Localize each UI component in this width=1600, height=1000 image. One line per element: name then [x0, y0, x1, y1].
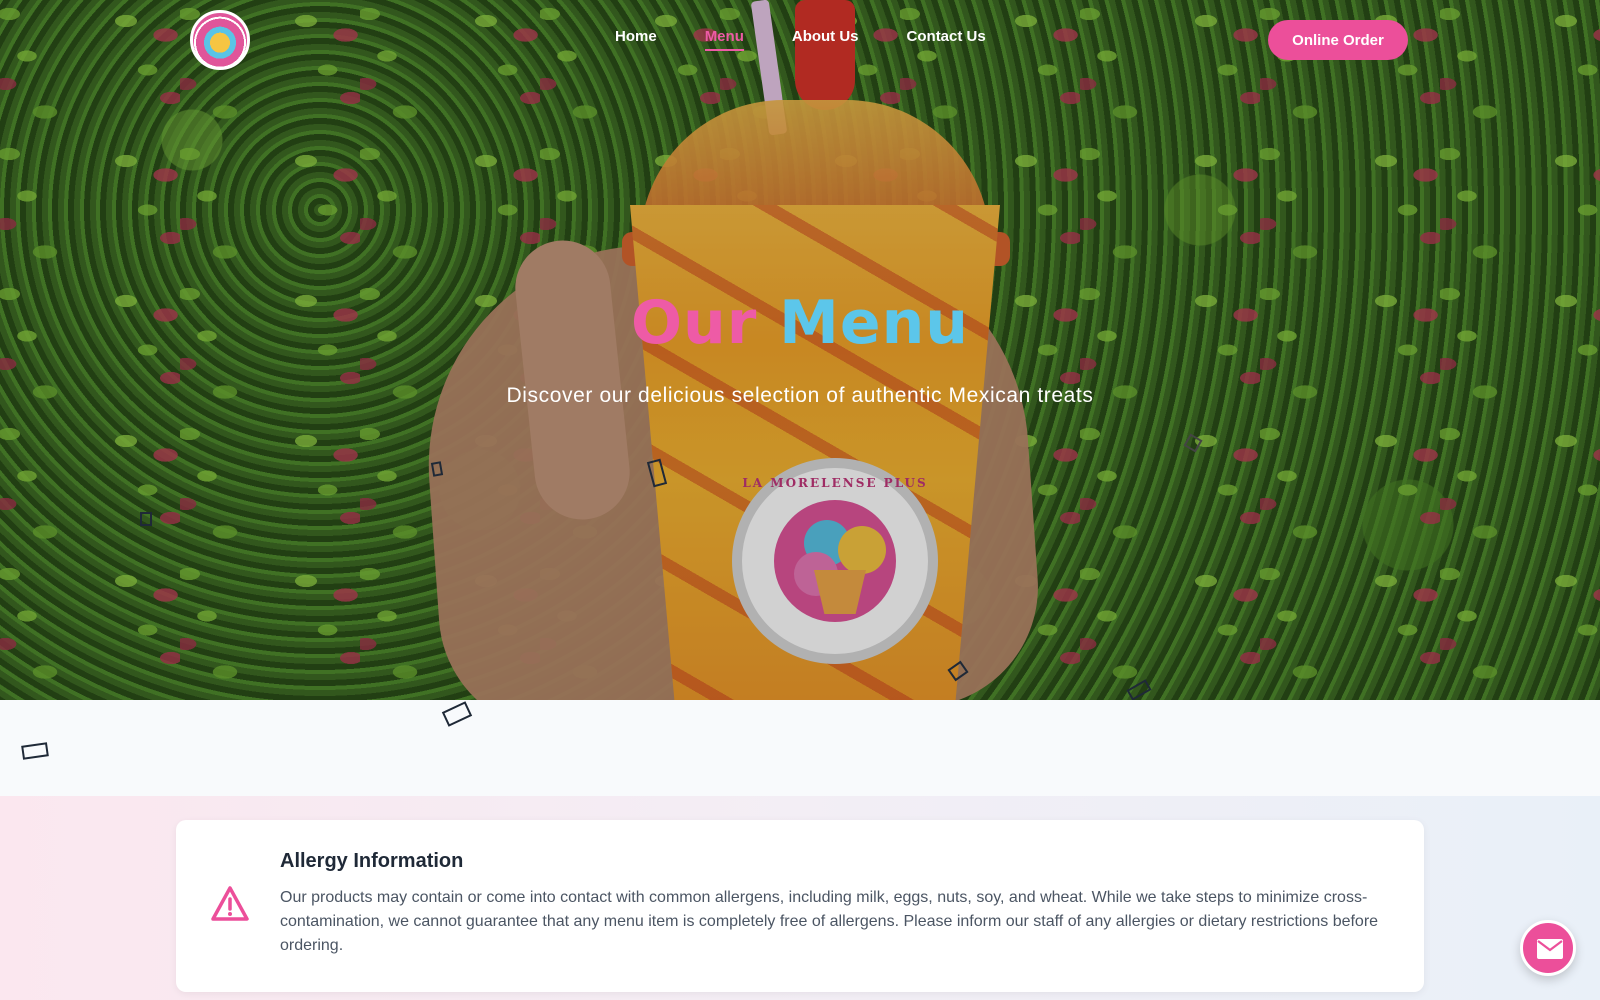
- allergy-card: Allergy Information Our products may con…: [176, 820, 1424, 992]
- allergy-description: Our products may contain or come into co…: [280, 889, 1379, 954]
- envelope-icon: [1537, 939, 1563, 959]
- nav-links: Home Menu About Us Contact Us: [615, 28, 1034, 51]
- hero-section: LA MORELENSE PLUS Our Menu Discover our …: [0, 0, 1600, 700]
- allergy-section: Allergy Information Our products may con…: [0, 796, 1600, 1000]
- online-order-button[interactable]: Online Order: [1268, 20, 1408, 60]
- title-word-menu: Menu: [779, 288, 970, 358]
- confetti-piece: [21, 742, 49, 760]
- warning-triangle-icon: [211, 886, 249, 921]
- section-spacer: [0, 700, 1600, 796]
- nav-link-menu[interactable]: Menu: [704, 28, 744, 51]
- confetti-piece: [441, 701, 473, 727]
- hero-subtitle: Discover our delicious selection of auth…: [506, 384, 1094, 407]
- nav-link-contact-us[interactable]: Contact Us: [907, 28, 986, 51]
- top-navigation: Home Menu About Us Contact Us Online Ord…: [0, 0, 1600, 80]
- nav-link-about-us[interactable]: About Us: [792, 28, 859, 51]
- page-title: Our Menu: [0, 288, 1600, 358]
- title-word-our: Our: [630, 288, 758, 358]
- confetti-piece: [140, 512, 152, 526]
- brand-logo[interactable]: [190, 10, 250, 70]
- nav-link-home[interactable]: Home: [615, 28, 657, 51]
- allergy-title: Allergy Information: [280, 850, 464, 872]
- contact-mail-button[interactable]: [1520, 920, 1576, 976]
